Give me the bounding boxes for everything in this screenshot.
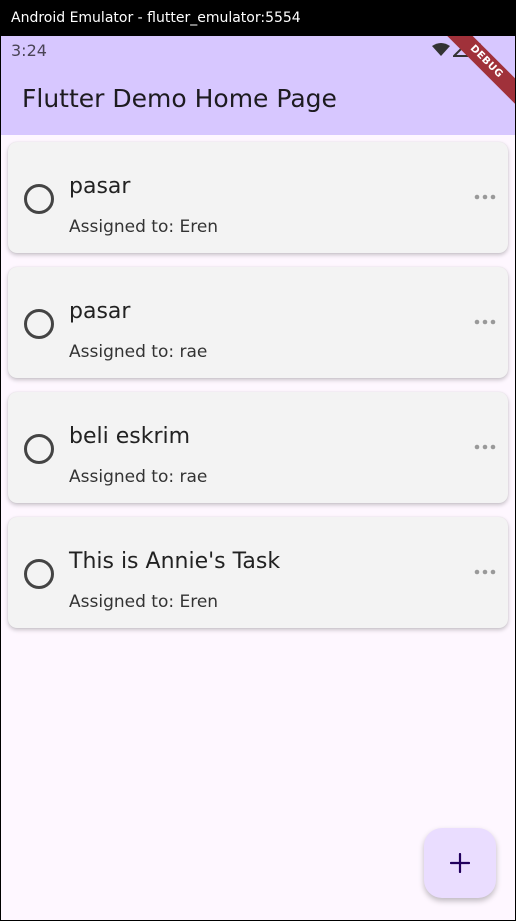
task-assignee: Assigned to: Eren [69,217,219,237]
more-options-icon[interactable] [472,437,498,457]
more-options-icon[interactable] [472,187,498,207]
app-bar: 3:24 Flutter Demo Home Page DEBUG [1,36,515,135]
task-title: beli eskrim [69,424,191,449]
task-title: pasar [69,174,131,199]
task-assignee: Assigned to: Eren [69,592,219,612]
status-time: 3:24 [11,41,47,60]
task-checkbox[interactable] [24,434,54,464]
wifi-icon [432,43,450,56]
task-assignee: Assigned to: rae [69,342,208,362]
task-title: This is Annie's Task [69,549,281,574]
task-checkbox[interactable] [24,309,54,339]
task-list: pasar Assigned to: Eren pasar Assigned t… [8,142,508,642]
task-assignee: Assigned to: rae [69,467,208,487]
task-checkbox[interactable] [24,184,54,214]
page-title: Flutter Demo Home Page [22,84,337,113]
more-options-icon[interactable] [472,562,498,582]
task-card[interactable]: This is Annie's Task Assigned to: Eren [8,517,508,628]
task-title: pasar [69,299,131,324]
emulator-title: Android Emulator - flutter_emulator:5554 [11,10,301,26]
task-card[interactable]: pasar Assigned to: Eren [8,142,508,253]
task-card[interactable]: pasar Assigned to: rae [8,267,508,378]
task-checkbox[interactable] [24,559,54,589]
more-options-icon[interactable] [472,312,498,332]
add-task-button[interactable] [424,828,496,898]
task-card[interactable]: beli eskrim Assigned to: rae [8,392,508,503]
emulator-title-bar: Android Emulator - flutter_emulator:5554 [0,0,516,36]
phone-screen: 3:24 Flutter Demo Home Page DEBUG pasar … [1,36,515,920]
plus-icon [450,853,470,873]
